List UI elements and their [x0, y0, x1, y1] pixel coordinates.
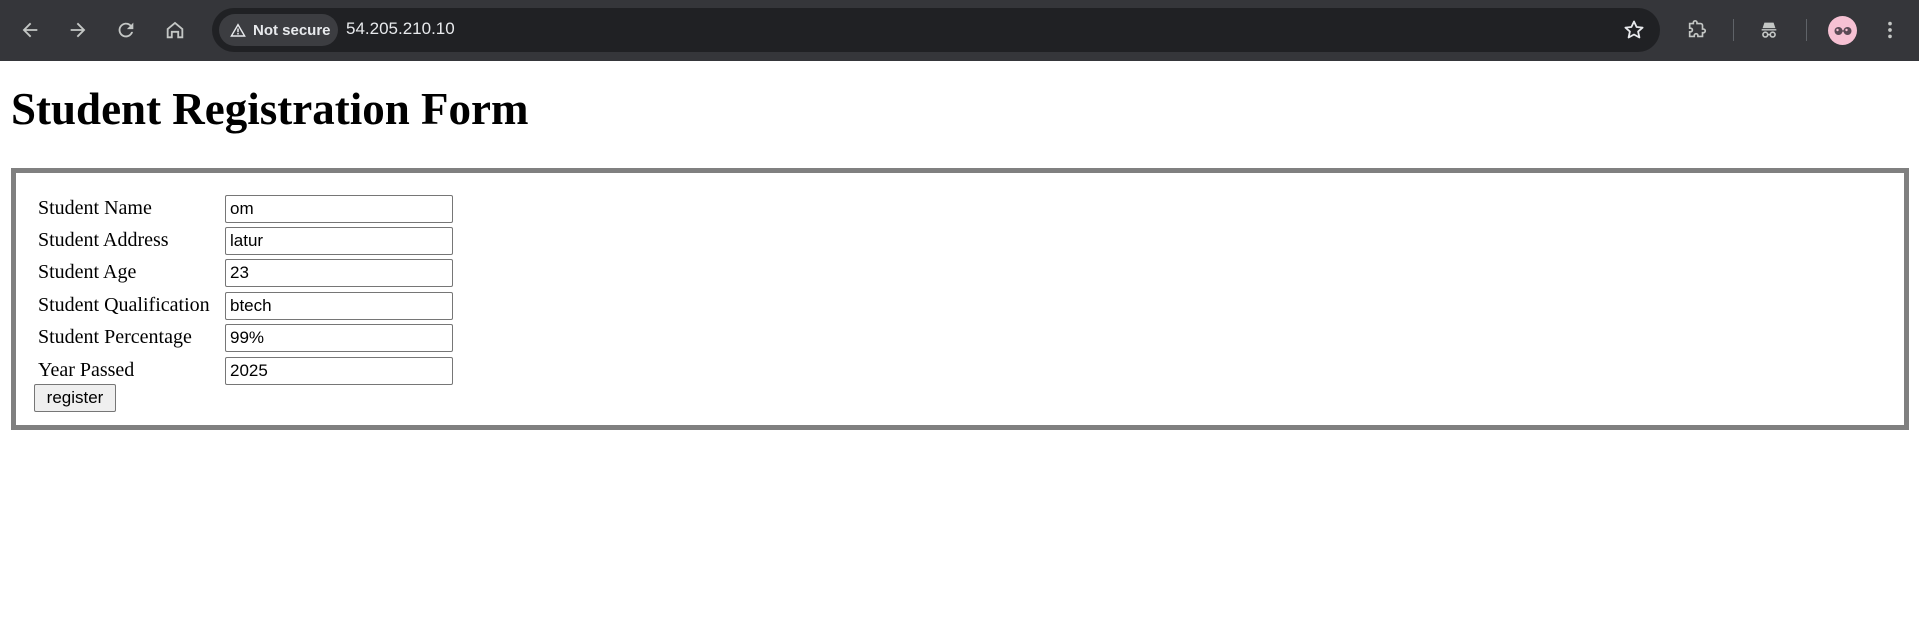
student-name-input[interactable]: [225, 195, 453, 223]
star-icon: [1624, 20, 1644, 39]
extensions-icon: [1688, 20, 1707, 38]
menu-icon: [1888, 21, 1892, 39]
forward-icon: [70, 22, 86, 38]
student-qualification-label: Student Qualification: [38, 294, 210, 316]
year-passed-label: Year Passed: [38, 359, 135, 381]
student-percentage-label: Student Percentage: [38, 326, 192, 348]
registration-form: Student Name Student Address Student Age…: [11, 168, 1909, 430]
student-age-label: Student Age: [38, 261, 137, 283]
student-address-input[interactable]: [225, 227, 453, 255]
student-percentage-input[interactable]: [225, 324, 453, 352]
profile-avatar-icon: [1834, 26, 1851, 35]
menu-button[interactable]: [1873, 13, 1907, 47]
reload-button[interactable]: [109, 13, 143, 47]
bookmark-button[interactable]: [1622, 18, 1646, 42]
year-passed-input[interactable]: [225, 357, 453, 385]
incognito-button[interactable]: [1752, 13, 1786, 47]
toolbar-divider: [1806, 19, 1807, 41]
page-title: Student Registration Form: [11, 84, 529, 134]
browser-toolbar: Not secure 54.205.210.10: [0, 0, 1919, 61]
register-button[interactable]: register: [34, 384, 116, 412]
incognito-icon: [1761, 22, 1777, 38]
url-text[interactable]: 54.205.210.10: [346, 19, 455, 39]
home-icon: [166, 21, 184, 39]
warning-icon: [230, 23, 246, 37]
security-label: Not secure: [253, 21, 331, 39]
back-button[interactable]: [13, 13, 47, 47]
address-bar[interactable]: Not secure 54.205.210.10: [212, 8, 1660, 52]
student-address-label: Student Address: [38, 229, 169, 251]
reload-icon: [118, 22, 134, 38]
avatar[interactable]: [1828, 16, 1857, 45]
student-qualification-input[interactable]: [225, 292, 453, 320]
security-chip[interactable]: Not secure: [219, 14, 338, 46]
back-icon: [22, 22, 38, 38]
student-name-label: Student Name: [38, 197, 152, 219]
extensions-button[interactable]: [1680, 13, 1714, 47]
toolbar-divider: [1733, 19, 1734, 41]
student-age-input[interactable]: [225, 259, 453, 287]
home-button[interactable]: [158, 13, 192, 47]
forward-button[interactable]: [61, 13, 95, 47]
